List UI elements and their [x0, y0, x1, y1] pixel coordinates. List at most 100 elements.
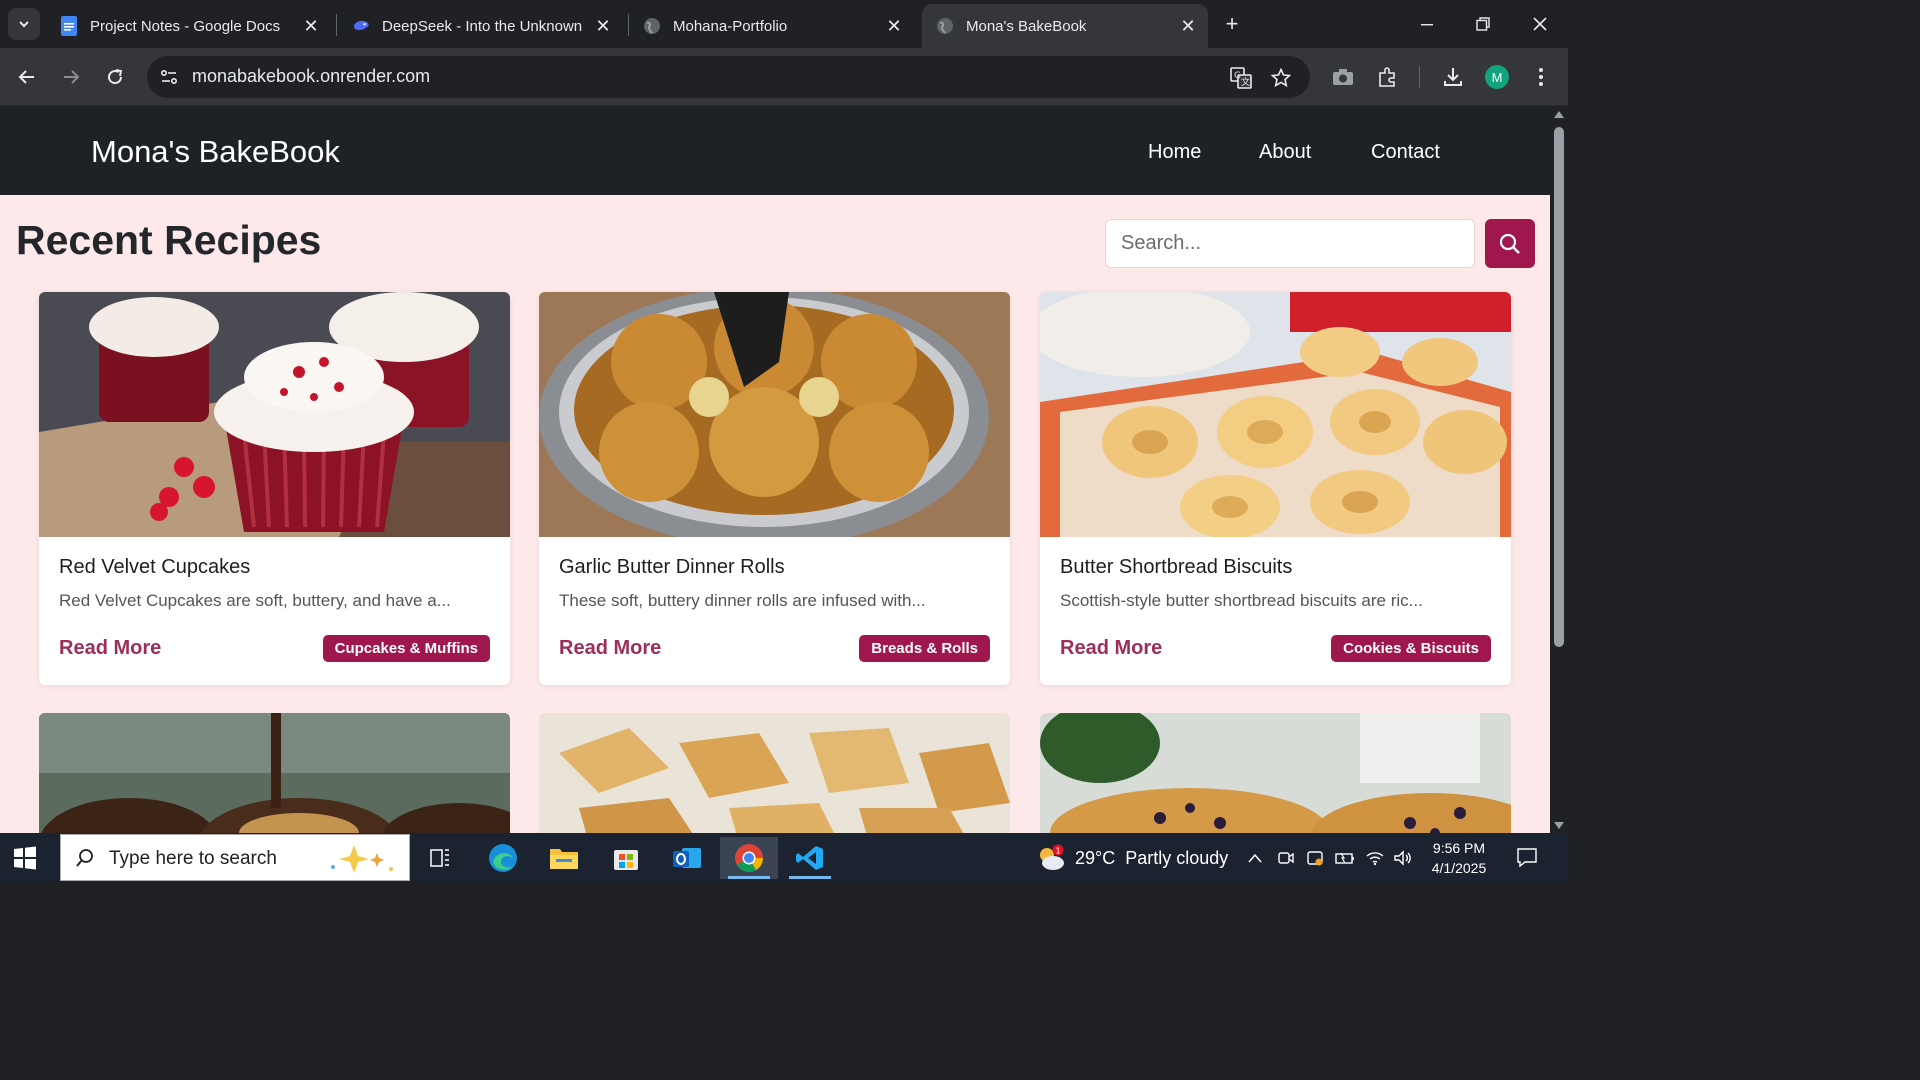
recipe-title: Butter Shortbread Biscuits	[1060, 556, 1293, 578]
read-more-link[interactable]: Read More	[559, 637, 661, 660]
copilot-sparkle-icon[interactable]	[319, 841, 405, 877]
windows-start-icon[interactable]	[12, 845, 38, 871]
url-text[interactable]: monabakebook.onrender.com	[192, 66, 430, 87]
edge-icon	[489, 844, 517, 872]
chrome-icon	[735, 844, 763, 872]
bookmark-star-icon[interactable]	[1269, 66, 1293, 90]
globe-icon	[936, 17, 954, 35]
tab-title: Project Notes - Google Docs	[90, 17, 281, 35]
restore-icon	[1476, 17, 1490, 31]
scroll-down-arrow[interactable]	[1554, 822, 1564, 829]
more-menu-icon[interactable]	[1528, 64, 1554, 90]
tab-title: Mona's BakeBook	[966, 17, 1087, 35]
recipe-image[interactable]	[539, 713, 1010, 833]
camera-icon[interactable]	[1330, 64, 1356, 90]
page-viewport: Mona's BakeBook Home About Contact Recen…	[0, 107, 1550, 833]
close-window-button[interactable]	[1518, 6, 1562, 42]
globe-icon	[643, 17, 661, 35]
taskbar: Type here to search 1 29°C Partly cloudy	[0, 833, 1568, 882]
taskbar-edge[interactable]	[474, 837, 532, 879]
category-badge[interactable]: Breads & Rolls	[859, 635, 990, 662]
recipe-card: Butter Shortbread Biscuits Scottish-styl…	[1040, 292, 1511, 685]
deepseek-icon	[352, 17, 370, 35]
back-button[interactable]	[10, 60, 44, 94]
extensions-icon[interactable]	[1375, 64, 1401, 90]
tab-deepseek[interactable]: DeepSeek - Into the Unknown ✕	[338, 4, 623, 48]
wifi-icon[interactable]	[1364, 847, 1386, 869]
chevron-up-icon[interactable]	[1244, 847, 1266, 869]
notification-icon[interactable]	[1516, 846, 1538, 868]
nav-link-about[interactable]: About	[1259, 141, 1311, 164]
page-title: Recent Recipes	[16, 217, 322, 263]
profile-avatar[interactable]: M	[1485, 65, 1509, 89]
close-icon[interactable]: ✕	[884, 16, 904, 36]
search-input[interactable]	[1105, 219, 1475, 268]
taskbar-search-placeholder: Type here to search	[109, 848, 277, 869]
reload-icon	[108, 69, 123, 85]
recipe-description: These soft, buttery dinner rolls are inf…	[559, 591, 926, 610]
tab-google-docs[interactable]: Project Notes - Google Docs ✕	[46, 4, 331, 48]
recipe-image[interactable]	[1040, 713, 1511, 833]
address-bar[interactable]: monabakebook.onrender.com G文	[147, 56, 1310, 98]
nav-link-contact[interactable]: Contact	[1371, 141, 1440, 164]
download-icon[interactable]	[1440, 64, 1466, 90]
taskbar-file-explorer[interactable]	[535, 837, 593, 879]
recipe-image-garlic-butter-dinner-rolls[interactable]	[539, 292, 1010, 537]
weather-temp: 29°C	[1075, 847, 1116, 868]
page-scrollbar[interactable]	[1550, 107, 1568, 833]
search-icon	[76, 849, 93, 867]
close-icon	[1533, 17, 1547, 31]
search-button[interactable]	[1485, 219, 1535, 268]
taskbar-clock[interactable]: 9:56 PM 4/1/2025	[1428, 838, 1490, 878]
reload-button[interactable]	[98, 60, 132, 94]
category-badge[interactable]: Cookies & Biscuits	[1331, 635, 1491, 662]
close-icon[interactable]: ✕	[1178, 16, 1198, 36]
weather-widget[interactable]: 1 29°C Partly cloudy	[1035, 843, 1228, 873]
nav-link-home[interactable]: Home	[1148, 141, 1201, 164]
meet-now-icon[interactable]	[1275, 847, 1297, 869]
battery-icon[interactable]	[1334, 847, 1356, 869]
task-view-button[interactable]	[412, 837, 470, 879]
volume-icon[interactable]	[1392, 847, 1414, 869]
category-badge[interactable]: Cupcakes & Muffins	[322, 635, 490, 662]
scroll-up-arrow[interactable]	[1554, 111, 1564, 118]
taskbar-search-box[interactable]: Type here to search	[60, 834, 410, 881]
minimize-icon	[1421, 24, 1433, 26]
recipe-image-red-velvet-cupcakes[interactable]	[39, 292, 510, 537]
recipe-description: Scottish-style butter shortbread biscuit…	[1060, 591, 1423, 610]
read-more-link[interactable]: Read More	[1060, 637, 1162, 660]
site-info-icon[interactable]	[159, 67, 179, 87]
active-app-indicator	[728, 876, 770, 879]
restore-button[interactable]	[1461, 6, 1505, 42]
clock-time: 9:56 PM	[1432, 840, 1486, 856]
taskbar-outlook[interactable]	[658, 837, 716, 879]
taskbar-store[interactable]	[597, 837, 655, 879]
outlook-icon	[673, 848, 701, 868]
new-tab-button[interactable]: +	[1218, 10, 1246, 38]
minimize-button[interactable]	[1405, 6, 1449, 42]
forward-button[interactable]	[54, 60, 88, 94]
folder-icon	[550, 849, 578, 869]
recipe-card	[539, 713, 1010, 833]
recipe-card	[39, 713, 510, 833]
site-brand[interactable]: Mona's BakeBook	[91, 134, 340, 170]
recipe-card	[1040, 713, 1511, 833]
taskbar-vscode[interactable]	[781, 837, 839, 879]
tab-search-button[interactable]	[8, 8, 40, 40]
close-icon[interactable]: ✕	[301, 16, 321, 36]
recipe-title: Garlic Butter Dinner Rolls	[559, 556, 785, 578]
recipe-description: Red Velvet Cupcakes are soft, buttery, a…	[59, 591, 451, 610]
recipe-card: Red Velvet Cupcakes Red Velvet Cupcakes …	[39, 292, 510, 685]
recipe-card: Garlic Butter Dinner Rolls These soft, b…	[539, 292, 1010, 685]
tab-bakebook[interactable]: Mona's BakeBook ✕	[922, 4, 1208, 48]
read-more-link[interactable]: Read More	[59, 637, 161, 660]
recipe-image[interactable]	[39, 713, 510, 833]
close-icon[interactable]: ✕	[593, 16, 613, 36]
weather-badge: 1	[1056, 847, 1061, 856]
taskbar-chrome[interactable]	[720, 837, 778, 879]
recipe-image-butter-shortbread-biscuits[interactable]	[1040, 292, 1511, 537]
translate-icon[interactable]: G文	[1229, 66, 1253, 90]
security-icon[interactable]	[1304, 847, 1326, 869]
tab-portfolio[interactable]: Mohana-Portfolio ✕	[629, 4, 914, 48]
scrollbar-thumb[interactable]	[1554, 127, 1564, 647]
